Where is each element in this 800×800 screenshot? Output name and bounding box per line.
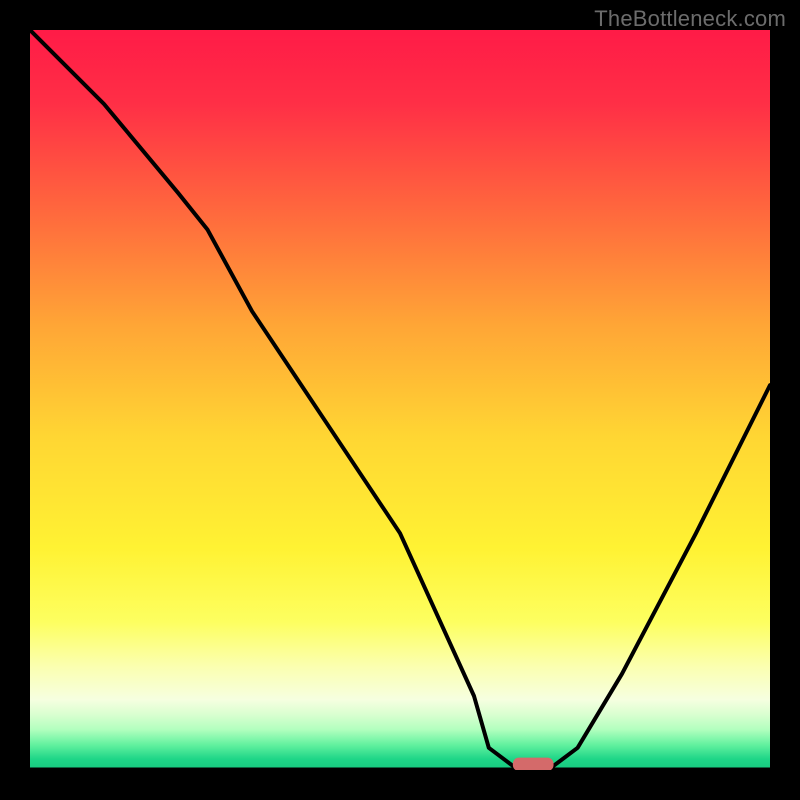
bottleneck-chart	[30, 30, 770, 770]
gradient-background	[30, 30, 770, 770]
chart-frame: TheBottleneck.com	[0, 0, 800, 800]
watermark-text: TheBottleneck.com	[594, 6, 786, 32]
plot-area	[30, 30, 770, 770]
optimal-marker	[513, 758, 554, 770]
